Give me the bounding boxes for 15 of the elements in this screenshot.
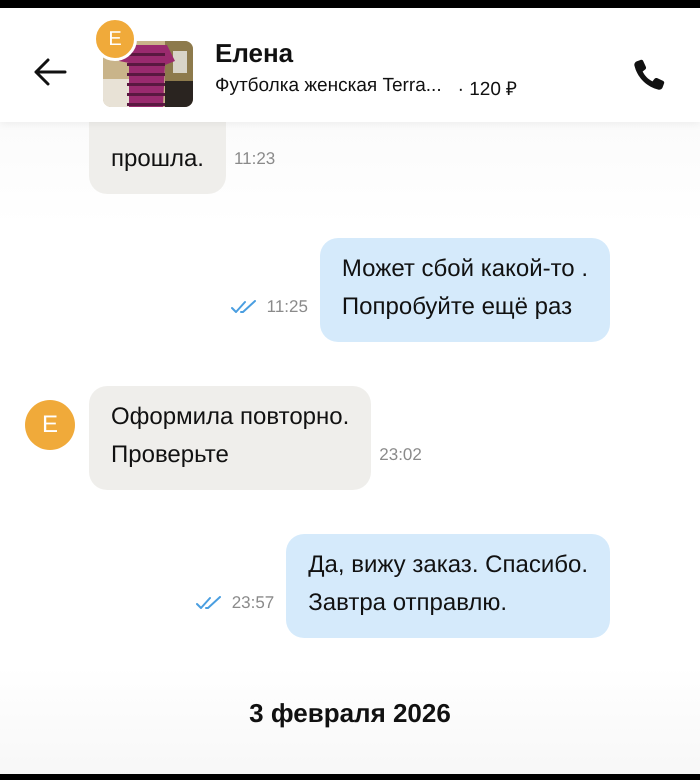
message-time: 11:23 xyxy=(234,149,276,169)
contact-name: Елена xyxy=(215,38,294,68)
date-divider: 3 февраля 2026 xyxy=(248,698,452,729)
avatar: Е xyxy=(25,400,75,450)
double-check-icon xyxy=(230,300,257,314)
message-bubble: Да, вижу заказ. Спасибо. Завтра отправлю. xyxy=(286,534,610,638)
message-bubble: Может сбой какой-то . Попробуйте ещё раз xyxy=(320,238,610,342)
message-bubble: Оформила повторно. Проверьте xyxy=(89,386,372,490)
listing-price: · 120 ₽ xyxy=(458,78,518,100)
message-time: 23:57 xyxy=(232,593,274,613)
double-check-icon xyxy=(196,596,222,610)
avatar: Е xyxy=(93,17,137,61)
back-arrow-icon[interactable] xyxy=(33,58,67,86)
message-time: 11:25 xyxy=(266,297,308,317)
message-time: 23:02 xyxy=(379,445,422,465)
